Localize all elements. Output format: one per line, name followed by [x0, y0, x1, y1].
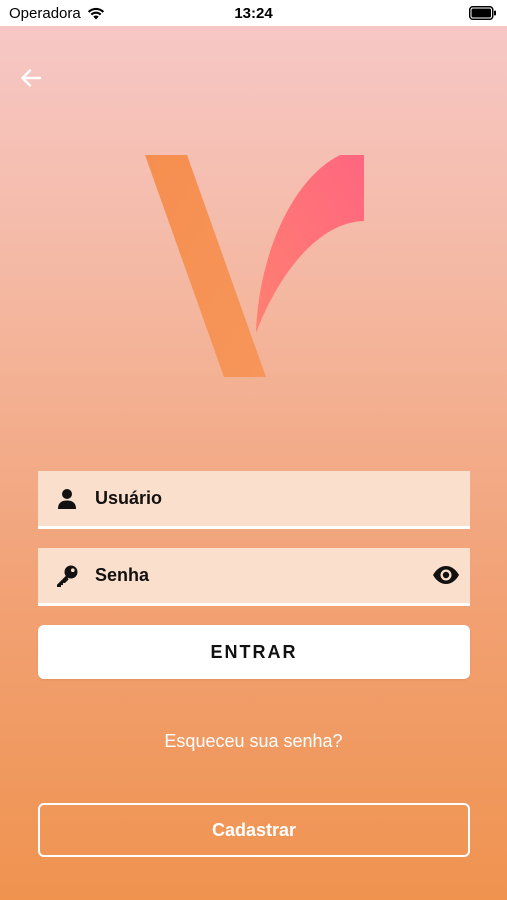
key-icon: [55, 564, 79, 588]
battery-icon: [469, 6, 497, 20]
enter-button[interactable]: ENTRAR: [38, 625, 470, 679]
app-logo: [140, 150, 370, 382]
password-input[interactable]: [95, 565, 395, 586]
forgot-password-link[interactable]: Esqueceu sua senha?: [0, 731, 507, 752]
status-left: Operadora: [9, 5, 105, 22]
password-field[interactable]: [38, 548, 470, 606]
carrier-label: Operadora: [9, 4, 81, 22]
register-button[interactable]: Cadastrar: [38, 803, 470, 857]
wifi-icon: [87, 6, 105, 20]
back-button[interactable]: [16, 66, 46, 94]
arrow-left-icon: [20, 68, 42, 93]
username-field[interactable]: [38, 471, 470, 529]
eye-icon[interactable]: [432, 562, 460, 588]
login-screen: Operadora 13:24 Usuário ENTRAR Esqueceu …: [0, 0, 507, 900]
user-icon: [55, 487, 79, 511]
status-bar: Operadora 13:24: [0, 0, 507, 26]
username-input[interactable]: [95, 488, 395, 509]
